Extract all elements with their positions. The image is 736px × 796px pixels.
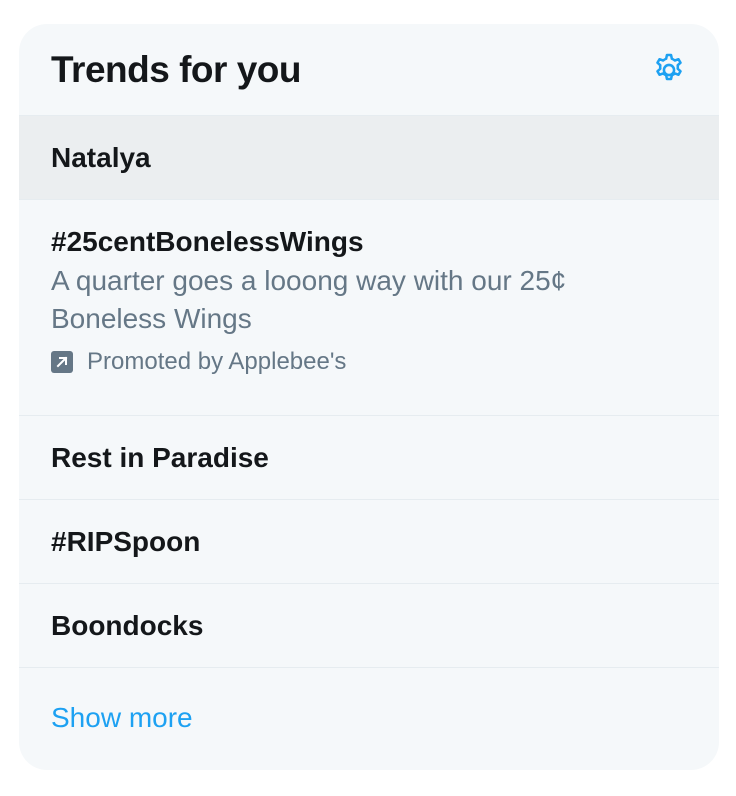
trend-name: #RIPSpoon — [51, 525, 201, 557]
trend-name: Natalya — [51, 141, 151, 173]
promoted-arrow-icon — [51, 351, 73, 373]
trend-item[interactable]: #RIPSpoon — [19, 500, 719, 584]
trend-description: A quarter goes a looong way with our 25¢… — [51, 265, 567, 334]
show-more-button[interactable]: Show more — [19, 668, 719, 768]
show-more-link[interactable]: Show more — [51, 702, 193, 734]
promoted-badge: Promoted by Applebee's — [51, 348, 687, 376]
trend-item[interactable]: Natalya — [19, 116, 719, 200]
promoted-label: Promoted by Applebee's — [87, 348, 347, 375]
trends-header: Trends for you — [19, 24, 719, 116]
trends-title: Trends for you — [51, 48, 301, 90]
gear-icon — [656, 53, 682, 80]
trend-name: Boondocks — [51, 609, 204, 641]
settings-button[interactable] — [647, 48, 691, 92]
trend-item[interactable]: Boondocks — [19, 584, 719, 668]
trend-name: #25centBonelessWings — [51, 226, 364, 257]
trend-item[interactable]: Rest in Paradise — [19, 416, 719, 500]
trend-name: Rest in Paradise — [51, 441, 269, 473]
trends-card: Trends for you Natalya #25centBonelessWi… — [19, 24, 719, 770]
trend-item-promoted[interactable]: #25centBonelessWings A quarter goes a lo… — [19, 200, 719, 416]
